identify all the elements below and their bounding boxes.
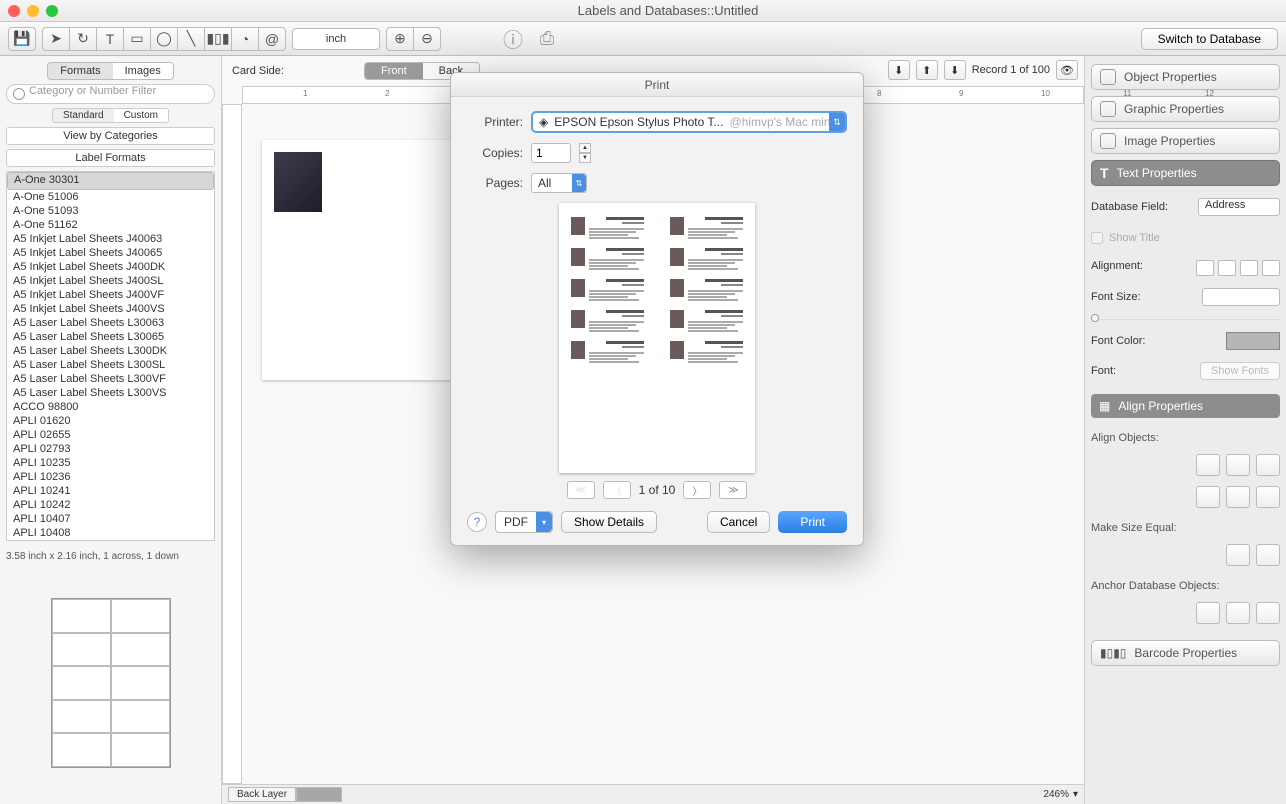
show-details-button[interactable]: Show Details bbox=[561, 511, 657, 533]
pdf-button[interactable]: PDF▾ bbox=[495, 511, 553, 533]
preview-pager: ≪ 〈 1 of 10 〉 ≫ bbox=[467, 481, 847, 499]
first-page-icon[interactable]: ≪ bbox=[567, 481, 595, 499]
print-preview bbox=[559, 203, 755, 473]
dialog-title: Print bbox=[451, 73, 863, 97]
pages-select[interactable]: All ⇅ bbox=[531, 173, 587, 193]
pages-label: Pages: bbox=[467, 176, 523, 190]
help-icon[interactable]: ? bbox=[467, 512, 487, 532]
printer-select[interactable]: ◈ EPSON Epson Stylus Photo T... @himvp's… bbox=[531, 111, 847, 133]
chevron-updown-icon: ⇅ bbox=[829, 113, 845, 131]
copies-stepper[interactable]: ▲▼ bbox=[579, 143, 591, 163]
chevron-down-icon: ▾ bbox=[536, 512, 552, 532]
printer-label: Printer: bbox=[467, 115, 523, 129]
last-page-icon[interactable]: ≫ bbox=[719, 481, 747, 499]
page-indicator: 1 of 10 bbox=[639, 483, 676, 497]
chevron-updown-icon: ⇅ bbox=[572, 174, 586, 192]
next-page-icon[interactable]: 〉 bbox=[683, 481, 711, 499]
print-dialog: Print Printer: ◈ EPSON Epson Stylus Phot… bbox=[450, 72, 864, 546]
copies-input[interactable] bbox=[531, 143, 571, 163]
print-button[interactable]: Print bbox=[778, 511, 847, 533]
modal-overlay: Print Printer: ◈ EPSON Epson Stylus Phot… bbox=[0, 0, 1286, 804]
copies-label: Copies: bbox=[467, 146, 523, 160]
cancel-button[interactable]: Cancel bbox=[707, 511, 770, 533]
printer-device-icon: ◈ bbox=[539, 115, 548, 129]
prev-page-icon[interactable]: 〈 bbox=[603, 481, 631, 499]
